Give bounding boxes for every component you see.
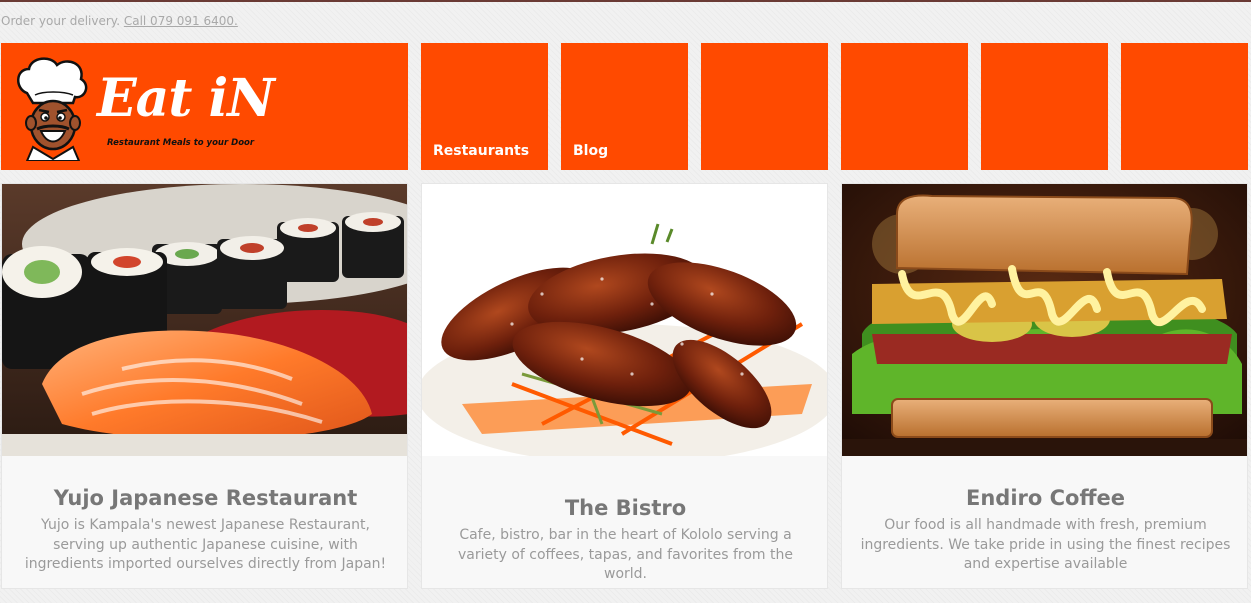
restaurant-card-body: Yujo Japanese Restaurant Yujo is Kampala… [2, 456, 407, 588]
call-phone-link[interactable]: Call 079 091 6400. [124, 14, 238, 28]
nav-tile-3[interactable] [701, 43, 828, 170]
restaurant-description: Our food is all handmade with fresh, pre… [860, 517, 1231, 572]
restaurant-name[interactable]: Yujo Japanese Restaurant [2, 486, 407, 510]
top-border [0, 0, 1251, 2]
restaurant-name[interactable]: Endiro Coffee [842, 486, 1247, 510]
brand-tagline: Restaurant Meals to your Door [107, 138, 255, 148]
nav-label-blog: Blog [573, 143, 609, 159]
brand-name: Eat iN [97, 68, 275, 129]
delivery-bar: Order your delivery. Call 079 091 6400. [1, 14, 238, 28]
nav-label-restaurants: Restaurants [433, 143, 530, 159]
chef-mascot-icon [17, 57, 88, 161]
nav-tile-4[interactable] [841, 43, 968, 170]
nav-tile-5[interactable] [981, 43, 1108, 170]
delivery-text: Order your delivery. [1, 14, 121, 28]
nav-tile-restaurants[interactable]: Restaurants [421, 43, 548, 170]
sushi-photo[interactable] [2, 184, 407, 456]
restaurant-card-body: The Bistro Cafe, bistro, bar in the hear… [422, 456, 827, 588]
restaurant-description: Cafe, bistro, bar in the heart of Kololo… [458, 527, 793, 582]
logo-tile[interactable]: Eat iN Restaurant Meals to your Door [1, 43, 408, 170]
restaurant-card-endiro[interactable]: Endiro Coffee Our food is all handmade w… [841, 183, 1248, 589]
restaurant-name[interactable]: The Bistro [422, 496, 827, 520]
sandwich-photo[interactable] [842, 184, 1247, 456]
restaurant-card-body: Endiro Coffee Our food is all handmade w… [842, 456, 1247, 588]
restaurant-card-yujo[interactable]: Yujo Japanese Restaurant Yujo is Kampala… [1, 183, 408, 589]
nav-tile-blog[interactable]: Blog [561, 43, 688, 170]
chicken-wings-photo[interactable] [422, 184, 827, 456]
restaurant-card-bistro[interactable]: The Bistro Cafe, bistro, bar in the hear… [421, 183, 828, 589]
restaurant-description: Yujo is Kampala's newest Japanese Restau… [24, 517, 387, 572]
nav-tile-6[interactable] [1121, 43, 1248, 170]
